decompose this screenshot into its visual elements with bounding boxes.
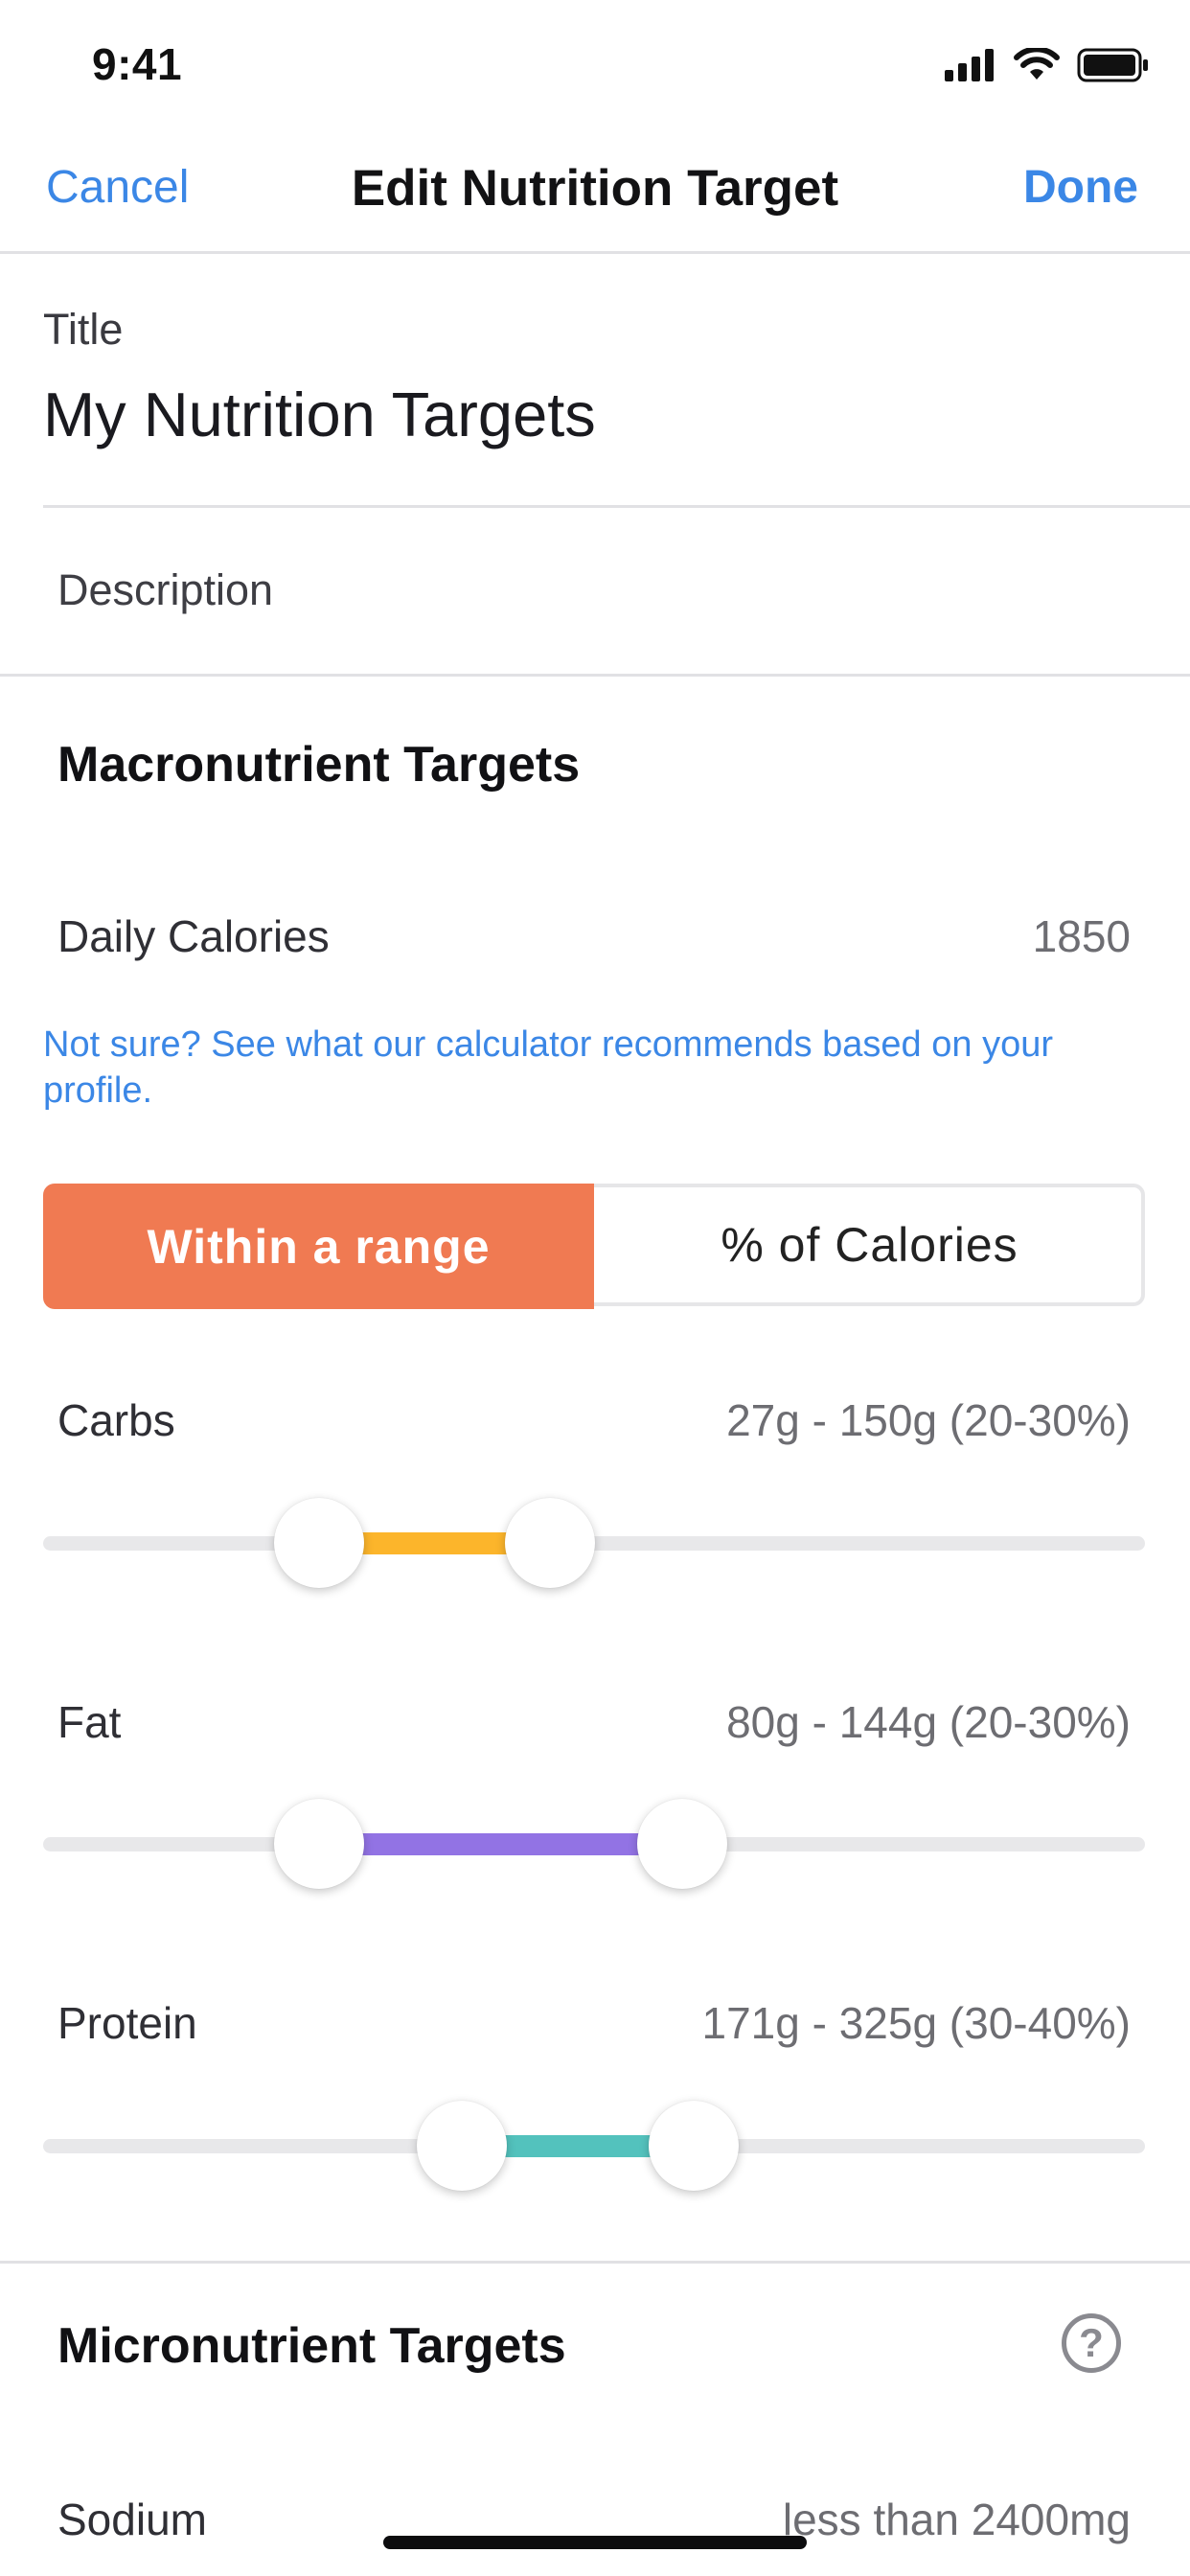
title-field[interactable]: My Nutrition Targets — [43, 379, 596, 450]
carbs-value: 27g - 150g (20-30%) — [726, 1395, 1131, 1445]
sodium-label: Sodium — [57, 2495, 207, 2544]
macronutrient-heading: Macronutrient Targets — [57, 737, 581, 793]
description-field[interactable]: Description — [57, 565, 273, 615]
slider-min-handle[interactable] — [273, 1799, 364, 1889]
slider-min-handle[interactable] — [273, 1498, 364, 1588]
fat-label: Fat — [57, 1697, 122, 1747]
divider — [0, 2261, 1190, 2264]
slider-min-handle[interactable] — [417, 2101, 507, 2191]
cellular-signal-icon — [945, 49, 994, 81]
page-title: Edit Nutrition Target — [351, 160, 839, 217]
protein-label: Protein — [57, 1998, 197, 2048]
slider-max-handle[interactable] — [648, 2101, 739, 2191]
fat-value: 80g - 144g (20-30%) — [726, 1697, 1131, 1747]
home-indicator — [383, 2536, 807, 2549]
done-button[interactable]: Done — [1023, 161, 1138, 214]
micronutrient-heading: Micronutrient Targets — [57, 2318, 566, 2374]
slider-max-handle[interactable] — [505, 1498, 595, 1588]
segment-within-range[interactable]: Within a range — [43, 1184, 594, 1309]
daily-calories-value[interactable]: 1850 — [1033, 910, 1131, 962]
segment-percent-calories[interactable]: % of Calories — [594, 1184, 1145, 1306]
question-circle-icon[interactable]: ? — [1062, 2313, 1121, 2373]
divider — [0, 674, 1190, 677]
status-icons — [945, 46, 1150, 84]
slider-fill — [318, 1833, 682, 1855]
calculator-link[interactable]: Not sure? See what our calculator recomm… — [43, 1022, 1155, 1114]
status-time: 9:41 — [92, 39, 183, 89]
slider-max-handle[interactable] — [637, 1799, 727, 1889]
sodium-value[interactable]: less than 2400mg — [783, 2494, 1131, 2545]
carbs-label: Carbs — [57, 1395, 175, 1445]
title-field-label: Title — [43, 305, 124, 354]
daily-calories-label: Daily Calories — [57, 911, 330, 961]
protein-value: 171g - 325g (30-40%) — [701, 1998, 1131, 2048]
divider — [43, 505, 1190, 508]
battery-icon — [1077, 48, 1148, 82]
wifi-icon — [1014, 48, 1060, 80]
